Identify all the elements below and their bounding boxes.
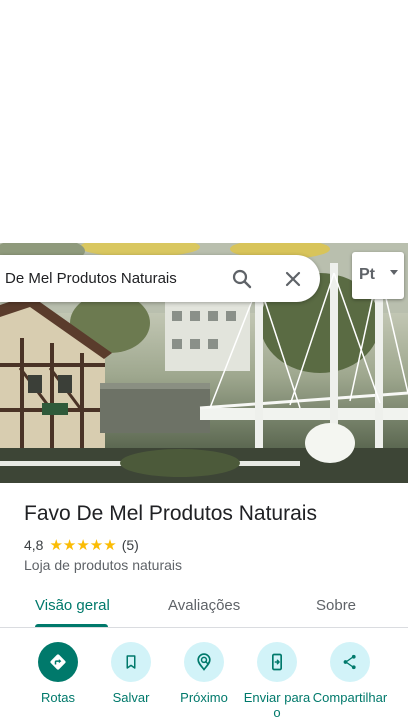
review-count[interactable]: (5)	[122, 537, 139, 553]
rating-row[interactable]: 4,8 ★★★★★ (5)	[24, 536, 139, 554]
share-icon	[330, 642, 370, 682]
star-rating-icon: ★★★★★	[49, 537, 117, 554]
save-label: Salvar	[112, 690, 150, 705]
map-area-blank	[0, 0, 408, 243]
chevron-down-icon	[390, 270, 398, 275]
language-label: Pt	[359, 266, 375, 283]
place-title: Favo De Mel Produtos Naturais	[24, 502, 317, 525]
tab-about[interactable]: Sobre	[316, 597, 356, 614]
language-button[interactable]: Pt	[352, 252, 404, 299]
tab-reviews[interactable]: Avaliações	[168, 597, 240, 614]
rating-value: 4,8	[24, 537, 44, 553]
search-input[interactable]: De Mel Produtos Naturais	[5, 270, 177, 287]
close-icon[interactable]	[281, 267, 305, 291]
bookmark-icon	[111, 642, 151, 682]
send-to-phone-label: Enviar para o	[243, 690, 311, 720]
tabs-divider	[0, 627, 408, 628]
search-icon[interactable]	[230, 267, 254, 291]
send-to-phone-button[interactable]: Enviar para o	[239, 642, 315, 720]
nearby-label: Próximo	[180, 690, 228, 705]
tab-overview[interactable]: Visão geral	[35, 597, 110, 614]
send-to-phone-icon	[257, 642, 297, 682]
nearby-icon	[184, 642, 224, 682]
directions-button[interactable]: Rotas	[20, 642, 96, 705]
search-bar[interactable]: De Mel Produtos Naturais	[0, 255, 320, 302]
save-button[interactable]: Salvar	[93, 642, 169, 705]
share-button[interactable]: Compartilhar	[312, 642, 388, 705]
nearby-button[interactable]: Próximo	[166, 642, 242, 705]
place-category[interactable]: Loja de produtos naturais	[24, 557, 182, 573]
directions-icon	[38, 642, 78, 682]
share-label: Compartilhar	[312, 690, 388, 705]
directions-label: Rotas	[41, 690, 75, 705]
